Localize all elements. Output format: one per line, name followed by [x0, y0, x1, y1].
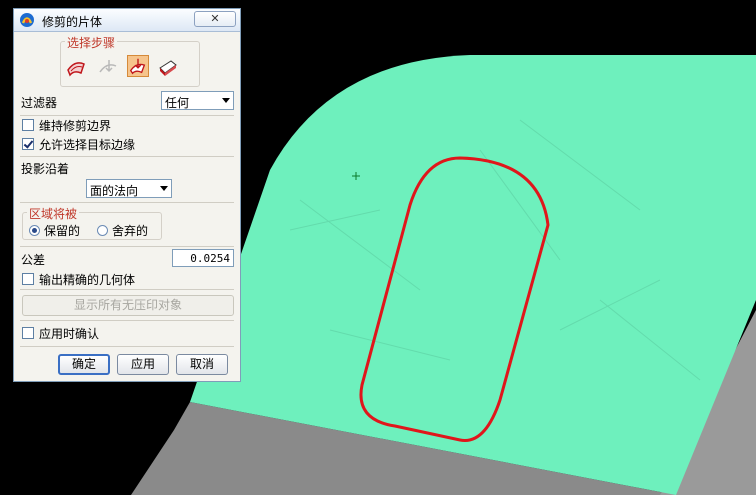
- divider: [20, 156, 234, 157]
- filter-dropdown[interactable]: 任何: [161, 91, 234, 110]
- apply-button[interactable]: 应用: [117, 354, 169, 375]
- chevron-down-icon: [160, 186, 168, 191]
- divider: [20, 289, 234, 290]
- trimmed-sheet-dialog: 修剪的片体 ✕ 选择步骤 过滤器 任何 维持修剪边界 允许选择目标边缘 投影沿着…: [13, 8, 241, 382]
- confirm-on-apply-checkbox[interactable]: [22, 327, 34, 339]
- tolerance-label: 公差: [21, 253, 46, 267]
- output-exact-label: 输出精确的几何体: [39, 273, 136, 287]
- keep-trim-boundary-checkbox[interactable]: [22, 119, 34, 131]
- cancel-button[interactable]: 取消: [176, 354, 228, 375]
- projection-value: 面的法向: [90, 184, 139, 198]
- chevron-down-icon: [222, 98, 230, 103]
- app-logo-icon: [20, 13, 34, 27]
- target-sheet-icon[interactable]: [65, 56, 87, 78]
- discard-radio[interactable]: [97, 225, 108, 236]
- close-button[interactable]: ✕: [194, 11, 236, 27]
- allow-target-edge-checkbox[interactable]: [22, 138, 34, 150]
- divider: [20, 115, 234, 116]
- ok-button[interactable]: 确定: [58, 354, 110, 375]
- discard-radio-label: 舍弃的: [112, 224, 149, 238]
- region-legend: 区域将被: [27, 205, 80, 222]
- selection-steps-legend: 选择步骤: [65, 34, 118, 51]
- show-unimprinted-button[interactable]: 显示所有无压印对象: [22, 295, 234, 316]
- dialog-titlebar[interactable]: 修剪的片体 ✕: [14, 9, 240, 32]
- tolerance-input[interactable]: 0.0254: [172, 249, 234, 267]
- divider: [20, 346, 234, 347]
- dialog-title: 修剪的片体: [42, 15, 103, 29]
- divider: [20, 320, 234, 321]
- boundary-object-icon[interactable]: [97, 56, 119, 78]
- region-icon[interactable]: [157, 56, 179, 78]
- divider: [20, 202, 234, 203]
- filter-label: 过滤器: [21, 96, 58, 110]
- selection-steps-group: 选择步骤: [60, 34, 200, 87]
- filter-value: 任何: [165, 96, 190, 110]
- projection-direction-icon[interactable]: [127, 55, 149, 77]
- projection-label: 投影沿着: [21, 162, 70, 176]
- keep-radio-label: 保留的: [44, 224, 81, 238]
- close-icon: ✕: [210, 12, 220, 25]
- allow-target-edge-label: 允许选择目标边缘: [39, 138, 136, 152]
- confirm-on-apply-label: 应用时确认: [39, 327, 100, 341]
- keep-trim-boundary-label: 维持修剪边界: [39, 119, 112, 133]
- keep-radio[interactable]: [29, 225, 40, 236]
- projection-dropdown[interactable]: 面的法向: [86, 179, 172, 198]
- output-exact-checkbox[interactable]: [22, 273, 34, 285]
- region-group: 区域将被 保留的 舍弃的: [22, 205, 162, 240]
- divider: [20, 246, 234, 247]
